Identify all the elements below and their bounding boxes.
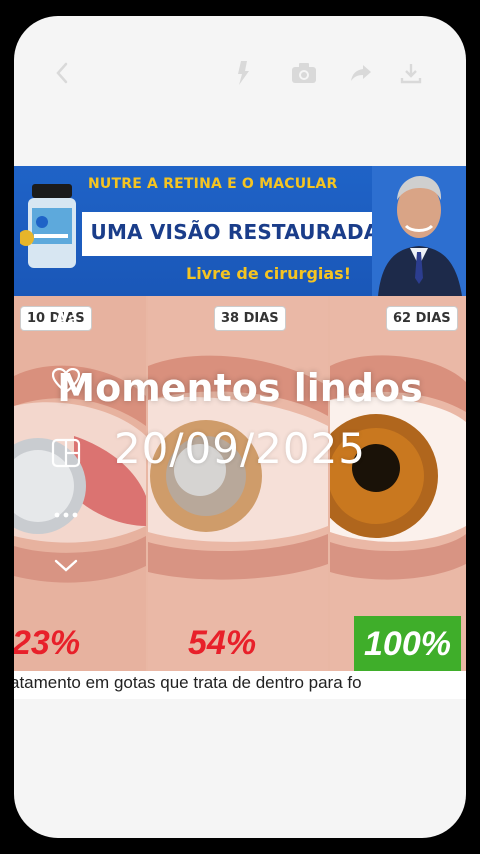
eye-illustration	[330, 296, 466, 671]
caption-strip: atamento em gotas que trata de dentro pa…	[14, 671, 466, 699]
chevron-down-icon[interactable]	[48, 550, 84, 580]
back-chevron-icon[interactable]	[52, 56, 72, 90]
eye-illustration	[148, 296, 328, 671]
ad-headline-main: UMA VISÃO RESTAURADA	[90, 220, 380, 244]
heart-icon[interactable]	[48, 366, 84, 396]
download-icon[interactable]	[398, 56, 424, 90]
text-tool-label: Aa	[54, 308, 78, 329]
comparison-panel: 38 DIAS 54%	[148, 296, 328, 671]
percent-label: 54%	[188, 624, 257, 662]
product-bottle-image	[20, 184, 76, 268]
more-icon[interactable]	[48, 500, 84, 530]
ad-tagline: Livre de cirurgias!	[186, 264, 351, 283]
share-icon[interactable]	[348, 56, 374, 90]
percent-label: 100%	[354, 616, 461, 671]
eye-illustration	[14, 296, 146, 671]
ad-caption: atamento em gotas que trata de dentro pa…	[14, 673, 362, 692]
camera-icon[interactable]	[290, 56, 318, 90]
day-label: 62 DIAS	[386, 306, 458, 331]
comparison-panel: 10 DIAS 23%	[14, 296, 146, 671]
eye-comparison-image: 10 DIAS 23% 38 DIAS 54% 62 DIAS 100%	[14, 296, 466, 671]
ad-banner: NUTRE A RETINA E O MACULAR UMA VISÃO RES…	[14, 166, 466, 296]
day-label: 38 DIAS	[214, 306, 286, 331]
comparison-panel: 62 DIAS 100%	[330, 296, 466, 671]
percent-label: 23%	[14, 624, 81, 662]
text-style-icon[interactable]: Aa	[48, 304, 84, 334]
layout-icon[interactable]	[48, 438, 84, 468]
story-toolbar	[14, 56, 466, 96]
ad-headline-top: NUTRE A RETINA E O MACULAR	[88, 176, 338, 192]
spokesperson-image	[372, 166, 466, 296]
lamp-icon[interactable]	[232, 56, 256, 90]
